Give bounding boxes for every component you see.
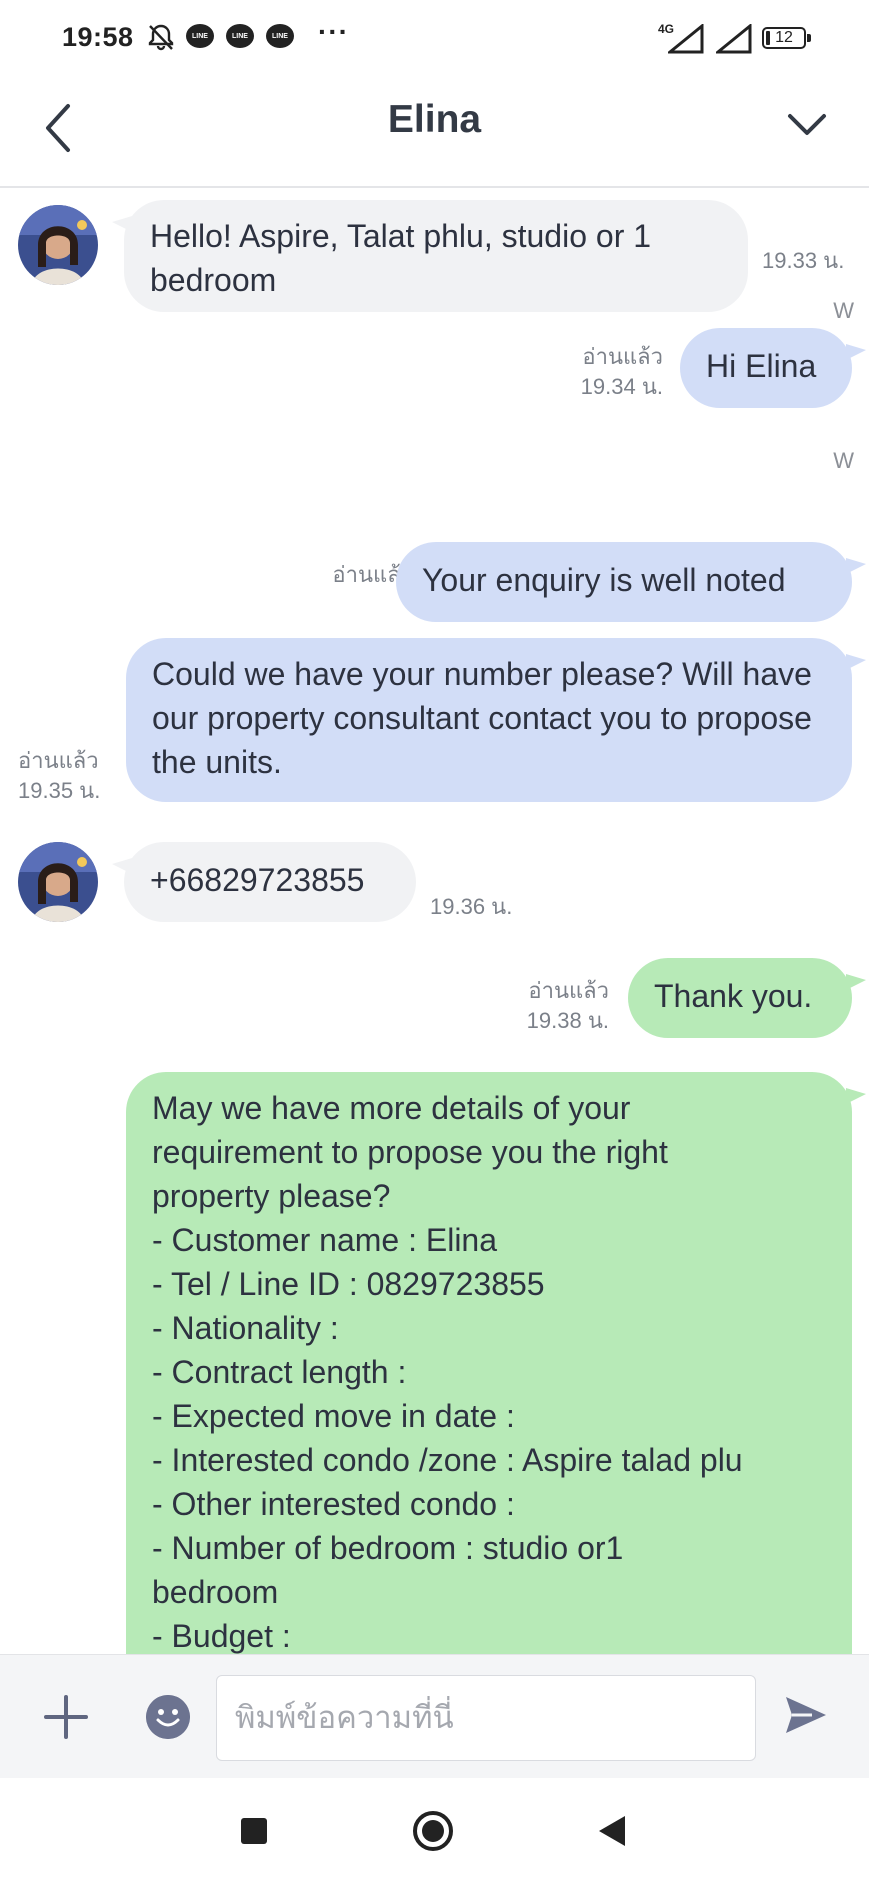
home-button[interactable] <box>412 1810 454 1852</box>
battery-level: 12 <box>775 29 793 46</box>
message-line: - Tel / Line ID : 0829723855 <box>152 1266 545 1302</box>
message-text: Hello! Aspire, Talat phlu, studio or 1 b… <box>150 218 652 298</box>
message-text: +66829723855 <box>150 862 365 898</box>
line-icon: LINE <box>226 24 254 48</box>
chat-header: Elina <box>0 78 869 188</box>
message-bubble-outgoing[interactable]: Hi Elina <box>680 328 852 408</box>
bubble-tail <box>112 216 132 232</box>
message-input-field[interactable] <box>216 1675 756 1761</box>
line-icon: LINE <box>186 24 214 48</box>
contact-photo <box>18 205 98 285</box>
message-input-bar <box>0 1654 869 1779</box>
emoji-icon[interactable] <box>146 1695 190 1739</box>
back-button[interactable] <box>597 1814 627 1848</box>
message-meta: อ่านแล้ว 19.35 น. <box>18 746 100 806</box>
more-notifications-icon: ··· <box>318 16 349 47</box>
read-receipt: อ่านแล้ว <box>582 344 663 369</box>
message-text: Hi Elina <box>706 348 817 384</box>
message-line: - Customer name : Elina <box>152 1222 498 1258</box>
message-bubble-incoming[interactable]: Hello! Aspire, Talat phlu, studio or 1 b… <box>124 200 748 312</box>
message-line: - Contract length : <box>152 1354 407 1390</box>
battery-icon: 12 <box>762 27 811 49</box>
message-time: 19.36 น. <box>430 894 513 919</box>
message-line: - Budget : <box>152 1618 291 1654</box>
message-time: 19.35 น. <box>18 778 101 803</box>
message-line: - Expected move in date : <box>152 1398 515 1434</box>
message-line: property please? <box>152 1178 391 1214</box>
message-bubble-outgoing[interactable]: Your enquiry is well noted <box>396 542 852 622</box>
message-line: - Nationality : <box>152 1310 339 1346</box>
bubble-tail <box>846 654 866 670</box>
sender-label: W <box>833 298 854 323</box>
status-bar: 19:58 LINE LINE LINE ··· 4G 12 <box>0 0 869 78</box>
bubble-tail <box>112 858 132 874</box>
chat-title: Elina <box>387 98 482 141</box>
contact-photo <box>18 842 98 922</box>
message-bubble-outgoing[interactable]: Could we have your number please? Will h… <box>126 638 852 802</box>
sender-label: W <box>833 448 854 473</box>
message-line: - Number of bedroom : studio or1 <box>152 1530 624 1566</box>
message-text: Could we have your number please? Will h… <box>152 656 812 780</box>
line-icon: LINE <box>266 24 294 48</box>
message-line: requirement to propose you the right <box>152 1134 668 1170</box>
message-meta: อ่านแล้ว 19.34 น. <box>581 342 663 402</box>
message-bubble-outgoing[interactable]: May we have more details of your require… <box>126 1072 852 1654</box>
bubble-tail <box>846 1088 866 1104</box>
message-text: Your enquiry is well noted <box>422 562 786 598</box>
read-receipt: อ่านแล้ว <box>18 748 99 773</box>
read-receipt: อ่านแล้ว <box>528 978 609 1003</box>
message-time: 19.38 น. <box>526 1008 609 1033</box>
bubble-tail <box>846 558 866 574</box>
message-line: - Interested condo /zone : Aspire talad … <box>152 1442 743 1478</box>
chat-messages[interactable]: Hello! Aspire, Talat phlu, studio or 1 b… <box>0 188 869 1654</box>
send-icon[interactable] <box>782 1691 830 1739</box>
recent-apps-button[interactable] <box>241 1818 267 1844</box>
bubble-tail <box>846 344 866 360</box>
message-time: 19.33 น. <box>762 248 845 273</box>
bubble-tail <box>846 974 866 990</box>
message-time: 19.34 น. <box>580 374 663 399</box>
message-input[interactable] <box>217 1676 755 1760</box>
status-time: 19:58 <box>62 22 134 52</box>
message-bubble-outgoing[interactable]: Thank you. <box>628 958 852 1038</box>
message-line: May we have more details of your <box>152 1090 631 1126</box>
message-line: - Other interested condo : <box>152 1486 515 1522</box>
signal-icon <box>668 24 704 54</box>
message-bubble-incoming[interactable]: +66829723855 <box>124 842 416 922</box>
plus-icon[interactable] <box>40 1691 92 1743</box>
message-text: Thank you. <box>654 978 813 1014</box>
message-line: bedroom <box>152 1574 279 1610</box>
signal-icon <box>716 24 752 54</box>
bell-off-icon <box>148 24 174 51</box>
system-nav-bar <box>0 1778 869 1883</box>
chevron-down-icon[interactable] <box>782 100 832 150</box>
message-meta: อ่านแล้ว 19.38 น. <box>527 976 609 1036</box>
avatar[interactable] <box>18 842 98 922</box>
avatar[interactable] <box>18 205 98 285</box>
